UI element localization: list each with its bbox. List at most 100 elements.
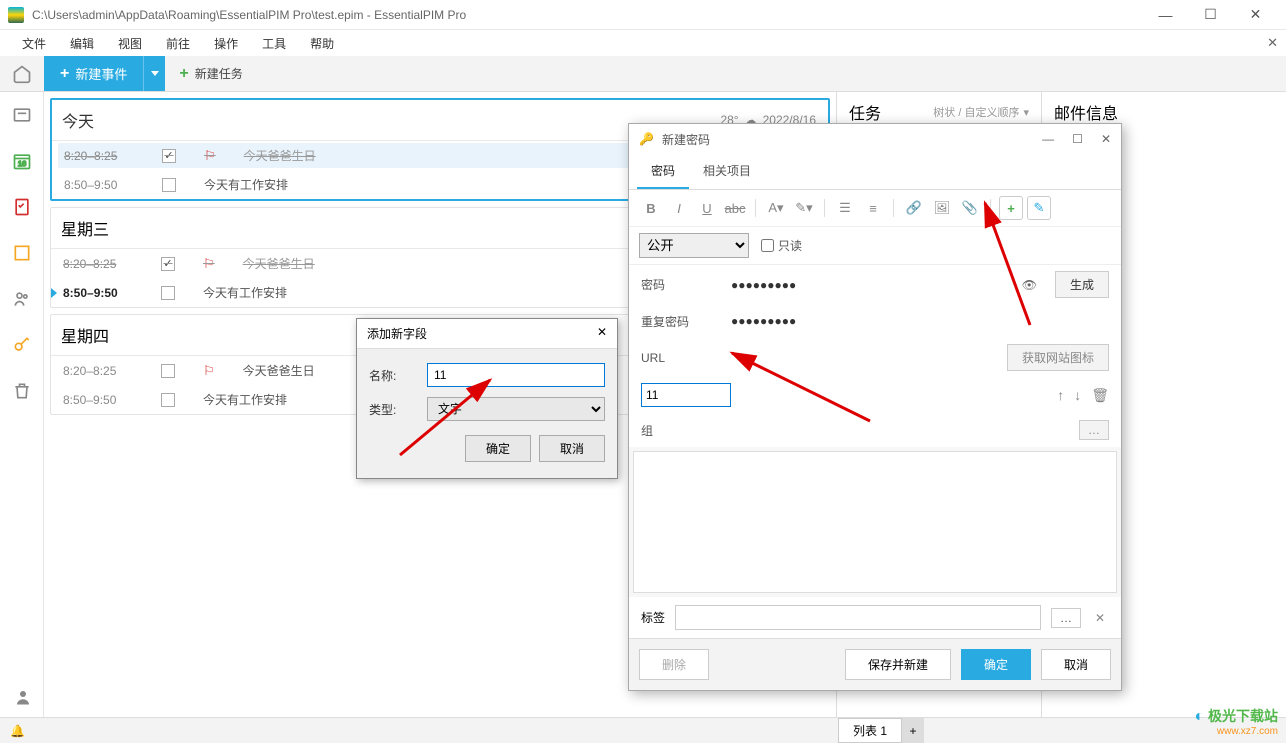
sidebar-contacts-icon[interactable]: [11, 288, 33, 310]
event-checkbox[interactable]: [161, 257, 175, 271]
note-area[interactable]: [633, 451, 1117, 593]
image-button[interactable]: 🖼: [930, 196, 954, 220]
menu-tools[interactable]: 工具: [250, 31, 298, 56]
new-task-button[interactable]: + 新建任务: [165, 56, 256, 91]
menu-view[interactable]: 视图: [106, 31, 154, 56]
sidebar-passwords-icon[interactable]: [11, 334, 33, 356]
delete-field-icon[interactable]: 🗑: [1091, 387, 1109, 404]
window-close-button[interactable]: ✕: [1233, 1, 1278, 29]
add-tab-button[interactable]: +: [902, 718, 924, 743]
day-title: 星期四: [61, 323, 109, 347]
italic-button[interactable]: I: [667, 196, 691, 220]
readonly-checkbox[interactable]: [761, 239, 774, 252]
cancel-button[interactable]: 取消: [539, 435, 605, 462]
sidebar-calendar-icon[interactable]: 16: [11, 150, 33, 172]
custom-field-name-input[interactable]: [641, 383, 731, 407]
avatar-icon[interactable]: [14, 688, 32, 709]
type-select[interactable]: 文字: [427, 397, 605, 421]
bell-icon[interactable]: 🔔: [10, 724, 25, 738]
ok-button[interactable]: 确定: [465, 435, 531, 462]
event-checkbox[interactable]: [161, 286, 175, 300]
tag-more-button[interactable]: …: [1051, 608, 1081, 628]
field-label: 密码: [641, 276, 731, 293]
new-event-dropdown-button[interactable]: [143, 56, 165, 91]
field-value[interactable]: ●●●●●●●●●: [731, 278, 1012, 292]
dialog-maximize-button[interactable]: ☐: [1072, 132, 1083, 146]
sidebar-notes-icon[interactable]: [11, 242, 33, 264]
new-event-label: 新建事件: [75, 64, 127, 83]
home-button[interactable]: [0, 56, 44, 91]
link-button[interactable]: 🔗: [902, 196, 926, 220]
tag-input[interactable]: [675, 605, 1041, 630]
edit-button[interactable]: ✎: [1027, 196, 1051, 220]
list-tab[interactable]: 列表 1: [838, 718, 902, 743]
menu-file[interactable]: 文件: [10, 31, 58, 56]
field-label: URL: [641, 351, 731, 365]
day-title: 今天: [62, 108, 94, 132]
flag-icon: ⚐: [204, 148, 216, 164]
panel-subtitle: 树状 / 自定义顺序: [933, 104, 1019, 120]
access-select[interactable]: 公开: [639, 233, 749, 258]
tab-password[interactable]: 密码: [637, 154, 689, 189]
generate-button[interactable]: 生成: [1055, 271, 1109, 298]
name-label: 名称:: [369, 367, 409, 384]
attach-button[interactable]: 📎: [958, 196, 982, 220]
save-and-new-button[interactable]: 保存并新建: [845, 649, 951, 680]
sidebar-tasks-icon[interactable]: [11, 196, 33, 218]
panel-title: 任务: [849, 100, 881, 124]
get-site-icon-button[interactable]: 获取网站图标: [1007, 344, 1109, 371]
field-row-custom: ↑ ↓ 🗑: [629, 377, 1121, 413]
list-ul-button[interactable]: ☰: [833, 196, 857, 220]
rich-text-toolbar: B I U abc A▾ ✎▾ ☰ ≡ 🔗 🖼 📎 + ✎: [629, 190, 1121, 227]
cancel-button[interactable]: 取消: [1041, 649, 1111, 680]
event-checkbox[interactable]: [162, 178, 176, 192]
field-label: 组: [641, 422, 731, 439]
dialog-close-button[interactable]: ✕: [597, 325, 607, 342]
new-event-button[interactable]: + 新建事件: [44, 56, 143, 91]
tag-clear-button[interactable]: ✕: [1091, 611, 1109, 625]
event-checkbox[interactable]: [162, 149, 176, 163]
sidebar-trash-icon[interactable]: [11, 380, 33, 402]
event-checkbox[interactable]: [161, 393, 175, 407]
menu-edit[interactable]: 编辑: [58, 31, 106, 56]
flag-icon: ⚐: [203, 256, 215, 272]
sidebar-today-icon[interactable]: [11, 104, 33, 126]
eye-icon[interactable]: 👁: [1022, 278, 1037, 292]
event-time: 8:50–9:50: [64, 178, 134, 192]
menu-action[interactable]: 操作: [202, 31, 250, 56]
underline-button[interactable]: U: [695, 196, 719, 220]
list-ol-button[interactable]: ≡: [861, 196, 885, 220]
field-row-repeat: 重复密码 ●●●●●●●●●: [629, 304, 1121, 338]
menu-help[interactable]: 帮助: [298, 31, 346, 56]
ok-button[interactable]: 确定: [961, 649, 1031, 680]
menu-goto[interactable]: 前往: [154, 31, 202, 56]
field-row-password: 密码 ●●●●●●●●● 👁 生成: [629, 265, 1121, 304]
chevron-down-icon[interactable]: ▾: [1023, 106, 1029, 119]
delete-button[interactable]: 删除: [639, 649, 709, 680]
move-up-icon[interactable]: ↑: [1057, 387, 1064, 404]
group-more-button[interactable]: …: [1079, 420, 1109, 440]
plus-icon: +: [179, 65, 188, 83]
window-maximize-button[interactable]: ☐: [1188, 1, 1233, 29]
event-time: 8:20–8:25: [63, 364, 133, 378]
tab-related[interactable]: 相关项目: [689, 154, 765, 189]
move-down-icon[interactable]: ↓: [1074, 387, 1081, 404]
font-color-button[interactable]: A▾: [764, 196, 788, 220]
readonly-label: 只读: [778, 237, 802, 254]
event-title: 今天爸爸生日: [243, 362, 315, 379]
bold-button[interactable]: B: [639, 196, 663, 220]
dialog-minimize-button[interactable]: —: [1042, 132, 1054, 146]
window-titlebar: C:\Users\admin\AppData\Roaming\Essential…: [0, 0, 1286, 30]
svg-text:16: 16: [17, 159, 25, 168]
event-time: 8:50–9:50: [63, 393, 133, 407]
window-minimize-button[interactable]: —: [1143, 1, 1188, 29]
field-value[interactable]: ●●●●●●●●●: [731, 314, 1109, 328]
add-field-button[interactable]: +: [999, 196, 1023, 220]
name-input[interactable]: [427, 363, 605, 387]
day-title: 星期三: [61, 216, 109, 240]
highlight-button[interactable]: ✎▾: [792, 196, 816, 220]
dialog-close-button[interactable]: ✕: [1101, 132, 1111, 146]
strikethrough-button[interactable]: abc: [723, 196, 747, 220]
event-checkbox[interactable]: [161, 364, 175, 378]
menubar-close-icon[interactable]: ✕: [1267, 35, 1278, 51]
